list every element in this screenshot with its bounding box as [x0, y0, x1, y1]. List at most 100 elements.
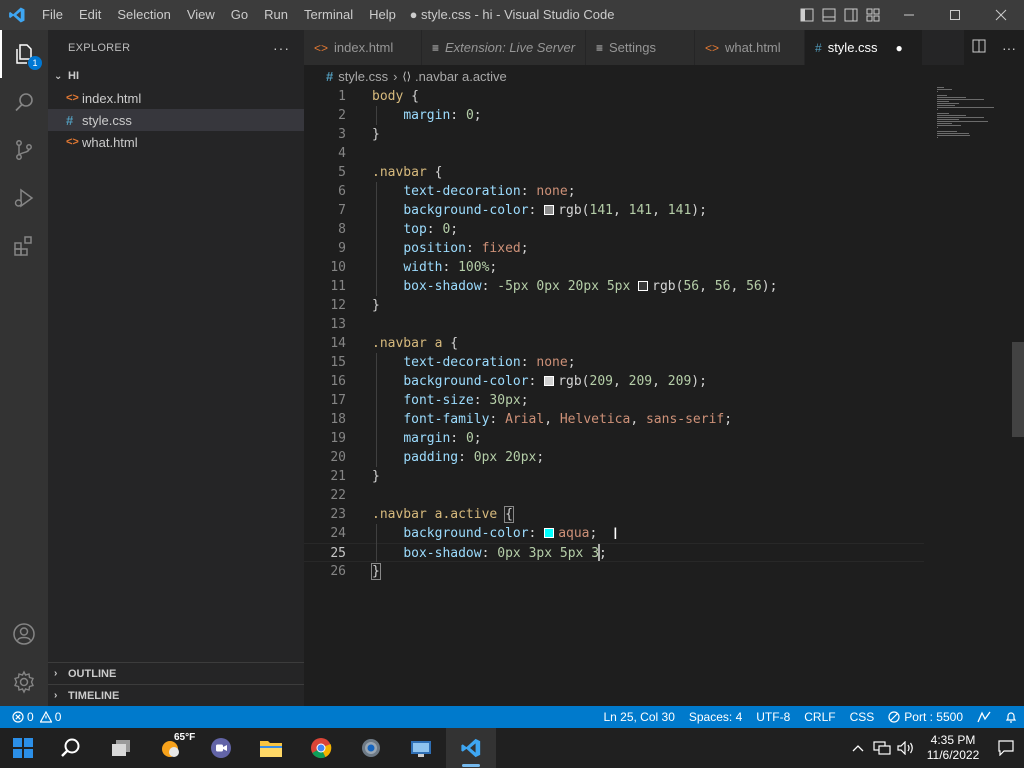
toggle-primary-sidebar-icon[interactable]	[796, 0, 818, 30]
code-line[interactable]: 7 background-color: rgb(141, 141, 141);	[304, 201, 924, 220]
source-control-icon[interactable]	[0, 126, 48, 174]
code-line[interactable]: 3}	[304, 125, 924, 144]
status-problems[interactable]: 0 0	[0, 710, 61, 724]
code-token: rgb(	[652, 279, 684, 294]
code-line[interactable]: 14 .navbar a {	[304, 334, 924, 353]
code-line[interactable]: 9 position: fixed;	[304, 239, 924, 258]
manage-gear-icon[interactable]	[0, 658, 48, 706]
menu-terminal[interactable]: Terminal	[296, 0, 361, 30]
code-line[interactable]: 16 background-color: rgb(209, 209, 209);	[304, 372, 924, 391]
teams-chat-icon[interactable]	[196, 728, 246, 768]
code-line[interactable]: 17 font-size: 30px;	[304, 391, 924, 410]
volume-icon[interactable]	[894, 728, 918, 768]
menu-file[interactable]: File	[34, 0, 71, 30]
menu-go[interactable]: Go	[223, 0, 256, 30]
close-icon[interactable]	[978, 0, 1024, 30]
color-swatch[interactable]	[544, 528, 555, 538]
chrome-icon[interactable]	[296, 728, 346, 768]
more-actions-icon[interactable]: ···	[273, 40, 290, 56]
extensions-icon[interactable]	[0, 222, 48, 270]
vscode-logo-icon[interactable]	[0, 0, 34, 30]
settings-gear-icon[interactable]	[346, 728, 396, 768]
indentation[interactable]: Spaces: 4	[682, 710, 749, 724]
file-index-html[interactable]: <> index.html	[48, 87, 304, 109]
tab-index-html[interactable]: <> index.html	[304, 30, 422, 65]
tab-settings[interactable]: ≡ Settings	[586, 30, 695, 65]
code-line[interactable]: 19 margin: 0;	[304, 429, 924, 448]
code-line[interactable]: 8 top: 0;	[304, 220, 924, 239]
minimap[interactable]	[936, 87, 1010, 157]
code-line[interactable]: 22	[304, 486, 924, 505]
search-icon[interactable]	[46, 728, 96, 768]
maximize-icon[interactable]	[932, 0, 978, 30]
weather-widget[interactable]: 65°F	[146, 728, 196, 768]
code-line[interactable]: 1 body {	[304, 87, 924, 106]
tab-extension-live-server[interactable]: ≡ Extension: Live Server	[422, 30, 586, 65]
color-swatch[interactable]	[638, 281, 649, 291]
scroll-thumb[interactable]	[1012, 342, 1024, 437]
code-line[interactable]: 25 box-shadow: 0px 3px 5px 3;	[304, 543, 924, 562]
chevron-up-icon[interactable]	[846, 728, 870, 768]
network-icon[interactable]	[870, 728, 894, 768]
customize-layout-icon[interactable]	[862, 0, 884, 30]
color-swatch[interactable]	[544, 205, 555, 215]
code-line[interactable]: 4	[304, 144, 924, 163]
task-view-icon[interactable]	[96, 728, 146, 768]
feedback-icon[interactable]	[970, 711, 998, 723]
tab-what-html[interactable]: <> what.html	[695, 30, 805, 65]
code-line[interactable]: 13	[304, 315, 924, 334]
notifications-bell-icon[interactable]	[998, 711, 1024, 723]
live-server-port[interactable]: Port : 5500	[881, 710, 970, 724]
search-icon[interactable]	[0, 78, 48, 126]
minimize-icon[interactable]	[886, 0, 932, 30]
code-line[interactable]: 26}	[304, 562, 924, 581]
code-line[interactable]: 12}	[304, 296, 924, 315]
toggle-secondary-sidebar-icon[interactable]	[840, 0, 862, 30]
menu-edit[interactable]: Edit	[71, 0, 109, 30]
encoding[interactable]: UTF-8	[749, 710, 797, 724]
code-line[interactable]: 23 .navbar a.active {	[304, 505, 924, 524]
menu-selection[interactable]: Selection	[109, 0, 178, 30]
breadcrumb-file[interactable]: style.css	[338, 69, 388, 84]
notifications-icon[interactable]	[988, 728, 1024, 768]
split-editor-icon[interactable]	[972, 39, 986, 56]
more-actions-icon[interactable]: ···	[1002, 40, 1016, 56]
code-line[interactable]: 21}	[304, 467, 924, 486]
remote-desktop-icon[interactable]	[396, 728, 446, 768]
tab-style-css[interactable]: # style.css ●	[805, 30, 923, 65]
line-number: 16	[330, 374, 346, 389]
outline-section[interactable]: › OUTLINE	[48, 662, 304, 684]
menu-run[interactable]: Run	[256, 0, 296, 30]
menu-view[interactable]: View	[179, 0, 223, 30]
file-style-css[interactable]: # style.css	[48, 109, 304, 131]
code-line[interactable]: 18 font-family: Arial, Helvetica, sans-s…	[304, 410, 924, 429]
code-line[interactable]: 2 margin: 0;	[304, 106, 924, 125]
file-what-html[interactable]: <> what.html	[48, 131, 304, 153]
breadcrumb-symbol[interactable]: .navbar a.active	[415, 69, 507, 84]
folder-hi[interactable]: ⌄ HI	[48, 65, 304, 87]
timeline-section[interactable]: › TIMELINE	[48, 684, 304, 706]
code-line[interactable]: 5 .navbar {	[304, 163, 924, 182]
code-editor[interactable]: 1 body {2 margin: 0; 3} 4 5 .navbar {6 text-d…	[304, 87, 1024, 706]
code-line[interactable]: 15 text-decoration: none;	[304, 353, 924, 372]
system-clock[interactable]: 4:35 PM 11/6/2022	[918, 733, 988, 763]
file-explorer-icon[interactable]	[246, 728, 296, 768]
cursor-position[interactable]: Ln 25, Col 30	[596, 710, 681, 724]
window-controls	[886, 0, 1024, 30]
color-swatch[interactable]	[544, 376, 555, 386]
windows-start-icon[interactable]	[0, 728, 46, 768]
vscode-taskbar-icon[interactable]	[446, 728, 496, 768]
code-line[interactable]: 11 box-shadow: -5px 0px 20px 5px rgb(56,…	[304, 277, 924, 296]
editor-scrollbar[interactable]	[1010, 87, 1024, 706]
code-line[interactable]: 10 width: 100%;	[304, 258, 924, 277]
accounts-icon[interactable]	[0, 610, 48, 658]
explorer-icon[interactable]: 1	[0, 30, 48, 78]
run-debug-icon[interactable]	[0, 174, 48, 222]
language-mode[interactable]: CSS	[843, 710, 882, 724]
code-line[interactable]: 20 padding: 0px 20px;	[304, 448, 924, 467]
code-line[interactable]: 6 text-decoration: none;	[304, 182, 924, 201]
menu-help[interactable]: Help	[361, 0, 404, 30]
unsaved-dot-icon[interactable]: ●	[896, 41, 903, 55]
toggle-panel-icon[interactable]	[818, 0, 840, 30]
end-of-line[interactable]: CRLF	[797, 710, 842, 724]
